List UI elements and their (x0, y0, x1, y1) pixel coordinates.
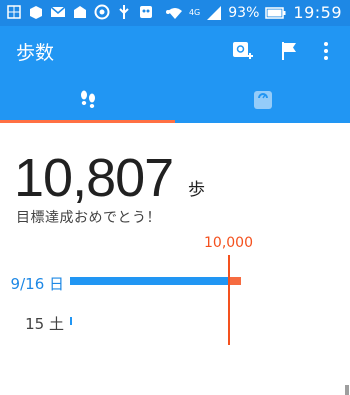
steps-content: 10,807 歩 目標達成おめでとう！ 10,000 9/16 日 15 土 (0, 123, 350, 395)
app-bar: 歩数 (0, 26, 350, 76)
battery-level: 93% (228, 4, 260, 21)
goal-label: 10,000 (204, 235, 253, 251)
steps-bar-over-goal (228, 277, 241, 285)
app-icon (140, 6, 152, 18)
box-app-icon (30, 6, 42, 19)
goal-line (228, 255, 230, 345)
more-vert-icon[interactable] (318, 39, 334, 63)
wifi-icon (167, 7, 182, 19)
tab-bar (0, 76, 350, 123)
envelope-icon (74, 6, 86, 18)
step-unit: 歩 (188, 180, 205, 200)
add-weight-icon[interactable] (230, 39, 254, 63)
page-title: 歩数 (16, 42, 55, 64)
goal-message: 目標達成おめでとう！ (16, 210, 161, 226)
network-type: 4G (188, 8, 201, 17)
tab-steps[interactable] (0, 76, 175, 123)
scale-icon (254, 91, 272, 109)
notification-icons (6, 4, 176, 20)
mail-icon (50, 6, 66, 17)
grid-app-icon (7, 5, 21, 19)
chrome-icon (94, 4, 110, 20)
step-count: 10,807 (14, 148, 174, 208)
tab-weight[interactable] (175, 76, 350, 123)
clock: 19:59 (293, 3, 342, 22)
signal-icon (207, 5, 222, 20)
row-label: 15 土 (25, 315, 64, 333)
row-label: 9/16 日 (10, 275, 64, 293)
system-tray: 4G 93% 19:59 (167, 3, 342, 22)
steps-bar[interactable] (70, 277, 228, 285)
flag-icon[interactable] (278, 39, 302, 63)
scrollbar[interactable] (345, 385, 349, 395)
steps-bar[interactable] (70, 317, 72, 325)
footsteps-icon (81, 90, 95, 108)
usb-icon (119, 5, 129, 19)
status-bar: 4G 93% 19:59 (0, 0, 350, 26)
battery-icon (265, 6, 286, 19)
